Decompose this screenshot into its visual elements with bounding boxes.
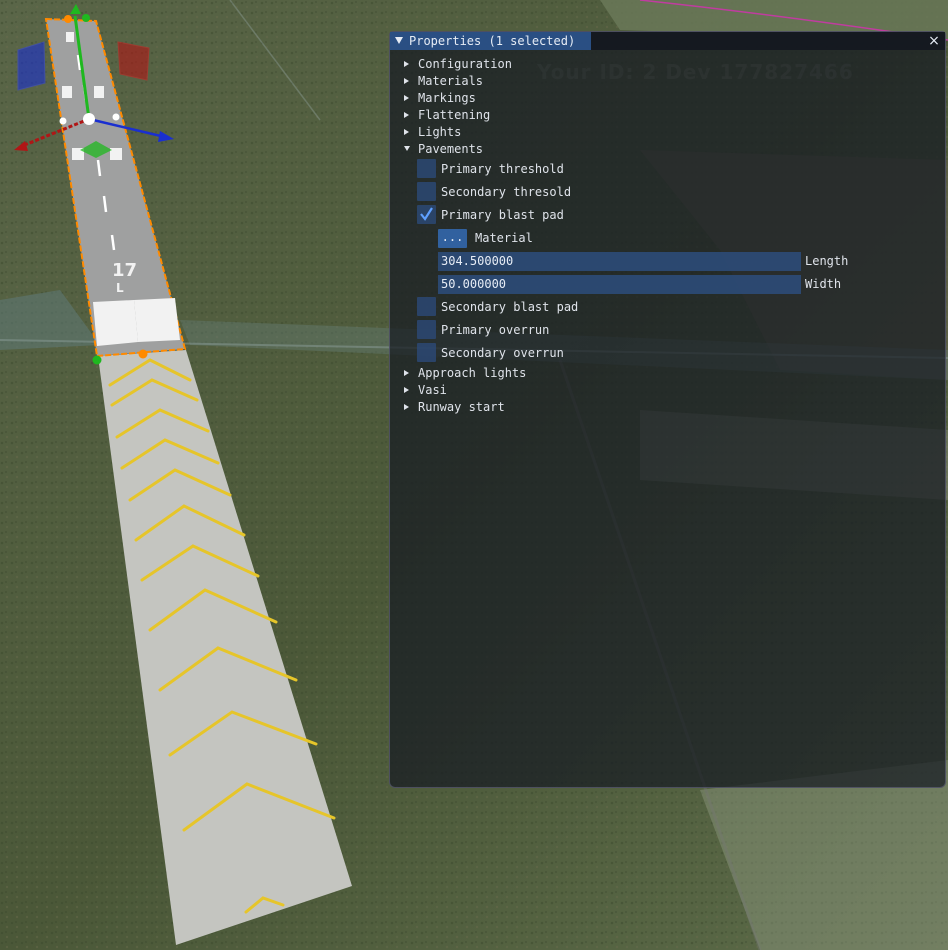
- tree-node-label: Runway start: [418, 400, 505, 414]
- checkbox-box[interactable]: [417, 320, 436, 339]
- length-label: Length: [805, 254, 849, 268]
- tree-node-label: Lights: [418, 125, 462, 139]
- checkbox-label: Secondary thresold: [441, 185, 572, 199]
- runway-number: 17: [112, 260, 137, 281]
- tree-node-markings[interactable]: Markings: [404, 90, 476, 107]
- checkbox-label: Secondary blast pad: [441, 300, 579, 314]
- expand-arrow-icon: [404, 61, 409, 67]
- gizmo-handle[interactable]: [92, 355, 102, 365]
- expand-arrow-icon: [404, 112, 409, 118]
- expand-arrow-icon: [404, 78, 409, 84]
- length-row: 304.500000 Length: [390, 251, 945, 272]
- tree-node-label: Pavements: [418, 142, 484, 156]
- checkbox-box[interactable]: [417, 297, 436, 316]
- properties-panel[interactable]: Properties (1 selected) × Configuration …: [389, 31, 946, 788]
- gizmo-plane-x[interactable]: [117, 41, 150, 81]
- close-icon[interactable]: ×: [927, 32, 941, 50]
- gizmo-handle[interactable]: [82, 14, 90, 22]
- tree-node-label: Flattening: [418, 108, 491, 122]
- expand-arrow-icon: [404, 404, 409, 410]
- width-label: Width: [805, 277, 842, 291]
- tree-node-flattening[interactable]: Flattening: [404, 107, 490, 124]
- gizmo-handle[interactable]: [138, 349, 148, 359]
- checkbox-box[interactable]: [417, 182, 436, 201]
- expand-arrow-icon: [404, 387, 409, 393]
- checkbox-box[interactable]: [417, 343, 436, 362]
- length-input[interactable]: 304.500000: [438, 252, 801, 271]
- panel-title: Properties (1 selected): [409, 34, 576, 48]
- checkbox-box[interactable]: [417, 159, 436, 178]
- checkbox-label: Primary blast pad: [441, 208, 564, 222]
- checkbox-label: Primary overrun: [441, 323, 550, 337]
- tree-node-label: Vasi: [418, 383, 447, 397]
- tree-node-label: Materials: [418, 74, 484, 88]
- width-row: 50.000000 Width: [390, 274, 945, 295]
- checkmark-icon: [420, 207, 433, 221]
- tree-node-materials[interactable]: Materials: [404, 73, 483, 90]
- tree-node-label: Approach lights: [418, 366, 527, 380]
- gizmo-handle[interactable]: [59, 117, 67, 125]
- material-label: Material: [475, 231, 533, 245]
- expand-arrow-icon: [404, 370, 409, 376]
- checkbox-box[interactable]: [417, 205, 436, 224]
- material-browse-button[interactable]: ...: [438, 229, 467, 248]
- checkbox-label: Secondary overrun: [441, 346, 564, 360]
- gizmo-handle[interactable]: [112, 113, 120, 121]
- tree-node-pavements[interactable]: Pavements: [404, 141, 483, 158]
- checkbox-label: Primary threshold: [441, 162, 564, 176]
- tree-node-label: Configuration: [418, 57, 512, 71]
- runway-threshold: [93, 298, 180, 346]
- tree-node-lights[interactable]: Lights: [404, 124, 461, 141]
- tree-node-approach-lights[interactable]: Approach lights: [404, 365, 526, 382]
- gizmo-center[interactable]: [83, 113, 95, 125]
- panel-titlebar[interactable]: Properties (1 selected) ×: [390, 32, 945, 50]
- tree-node-label: Markings: [418, 91, 476, 105]
- expand-arrow-icon: [404, 129, 409, 135]
- width-input[interactable]: 50.000000: [438, 275, 801, 294]
- tree-node-runway-start[interactable]: Runway start: [404, 399, 505, 416]
- gizmo-plane-z[interactable]: [17, 41, 46, 91]
- panel-title-tab[interactable]: Properties (1 selected): [390, 32, 591, 50]
- expand-arrow-icon: [404, 95, 409, 101]
- material-row: ... Material: [390, 228, 945, 249]
- collapse-triangle-icon[interactable]: [395, 37, 403, 44]
- tree-node-configuration[interactable]: Configuration: [404, 56, 512, 73]
- gizmo-handle[interactable]: [64, 15, 72, 23]
- tree-node-vasi[interactable]: Vasi: [404, 382, 447, 399]
- runway-suffix: L: [116, 281, 124, 295]
- collapse-arrow-icon: [404, 146, 410, 151]
